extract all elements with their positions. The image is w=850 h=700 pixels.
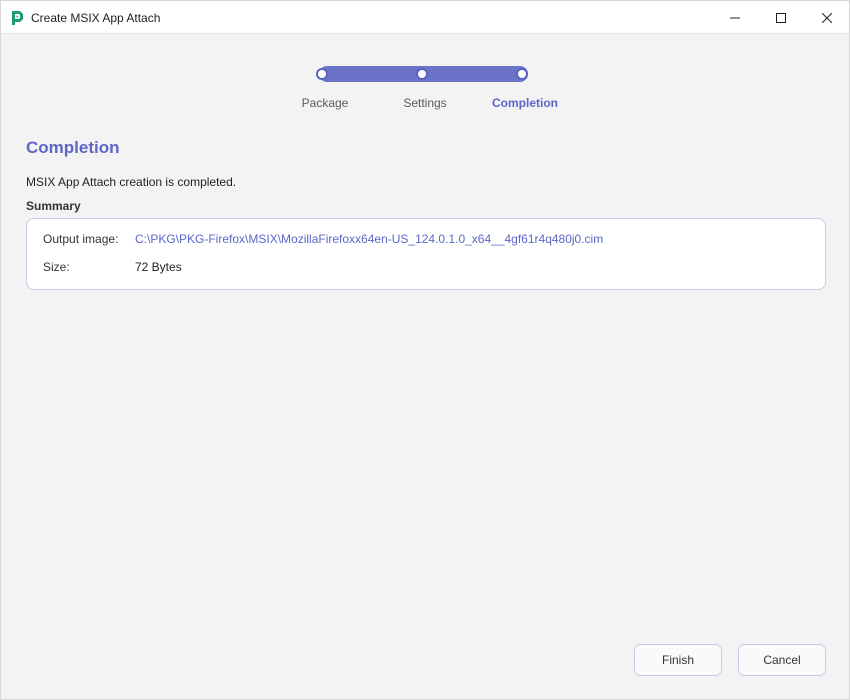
completion-message: MSIX App Attach creation is completed. xyxy=(26,175,237,189)
summary-heading: Summary xyxy=(26,199,81,213)
step-dot-settings xyxy=(416,68,428,80)
step-label-completion: Completion xyxy=(492,96,558,110)
summary-panel: Output image: C:\PKG\PKG-Firefox\MSIX\Mo… xyxy=(26,218,826,290)
close-icon xyxy=(822,12,832,23)
step-label-package: Package xyxy=(301,96,349,110)
output-image-label: Output image: xyxy=(43,232,119,246)
finish-button[interactable]: Finish xyxy=(634,644,722,676)
progress-stepper xyxy=(314,66,531,82)
window-title: Create MSIX App Attach xyxy=(31,11,161,25)
cancel-button[interactable]: Cancel xyxy=(738,644,826,676)
minimize-button[interactable] xyxy=(712,1,758,34)
minimize-icon xyxy=(730,17,740,18)
step-dot-completion xyxy=(516,68,528,80)
step-label-settings: Settings xyxy=(403,96,447,110)
size-value: 72 Bytes xyxy=(135,260,182,274)
page-title: Completion xyxy=(26,138,120,157)
size-label: Size: xyxy=(43,260,70,274)
maximize-icon xyxy=(776,12,786,23)
output-image-path-link[interactable]: C:\PKG\PKG-Firefox\MSIX\MozillaFirefoxx6… xyxy=(135,232,603,246)
maximize-button[interactable] xyxy=(758,1,804,34)
app-logo-icon xyxy=(12,11,23,25)
step-dot-package xyxy=(316,68,328,80)
app-window: Create MSIX App Attach Package Settings … xyxy=(0,0,850,700)
close-button[interactable] xyxy=(804,1,850,34)
title-bar[interactable]: Create MSIX App Attach xyxy=(1,1,849,34)
